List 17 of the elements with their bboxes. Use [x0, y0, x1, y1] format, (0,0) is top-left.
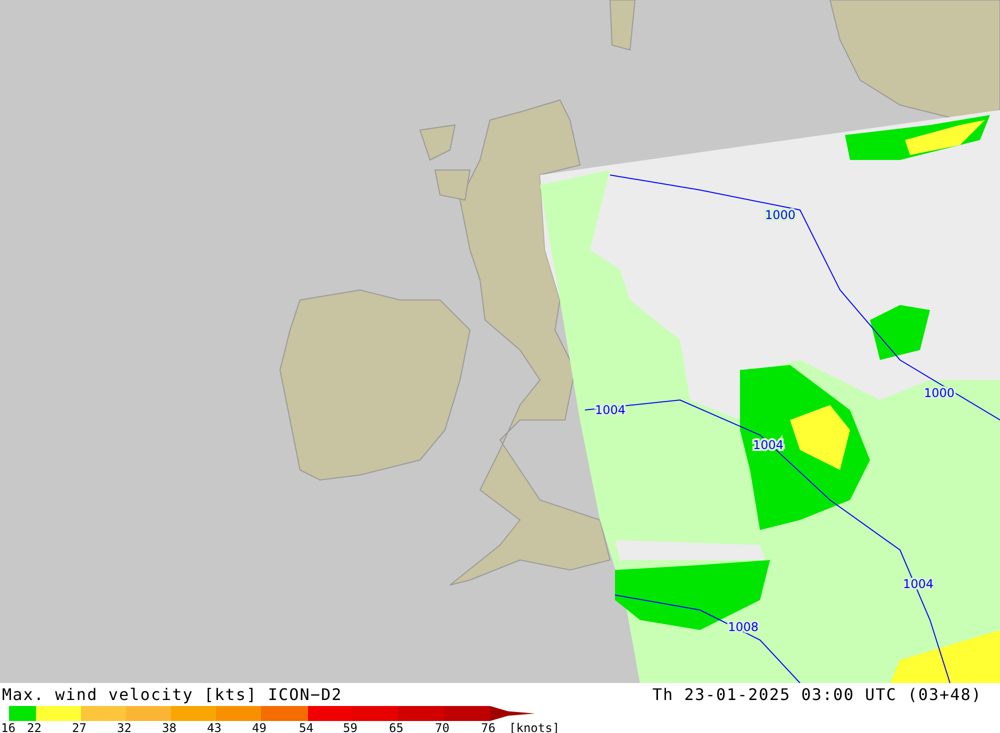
map-title: Max. wind velocity [kts] ICON−D2 [2, 685, 342, 705]
scale-label: 27 [72, 721, 86, 733]
scale-label: 16 [1, 721, 16, 733]
valid-time: Th 23-01-2025 03:00 UTC (03+48) [652, 685, 982, 705]
scale-label: 76 [481, 721, 496, 733]
scale-label: 22 [27, 721, 42, 733]
isobar-label: 1000 [765, 208, 796, 222]
scale-label: 38 [162, 721, 176, 733]
scale-label: 49 [252, 721, 266, 733]
scale-label: 32 [117, 721, 132, 733]
isobar-label: 1000 [924, 386, 955, 400]
scale-label: 54 [299, 721, 314, 733]
scale-label: 43 [207, 721, 222, 733]
isobar-label: 1004 [595, 403, 626, 417]
scale-label: 65 [389, 721, 404, 733]
scale-label: 59 [343, 721, 358, 733]
scale-label: 70 [435, 721, 450, 733]
